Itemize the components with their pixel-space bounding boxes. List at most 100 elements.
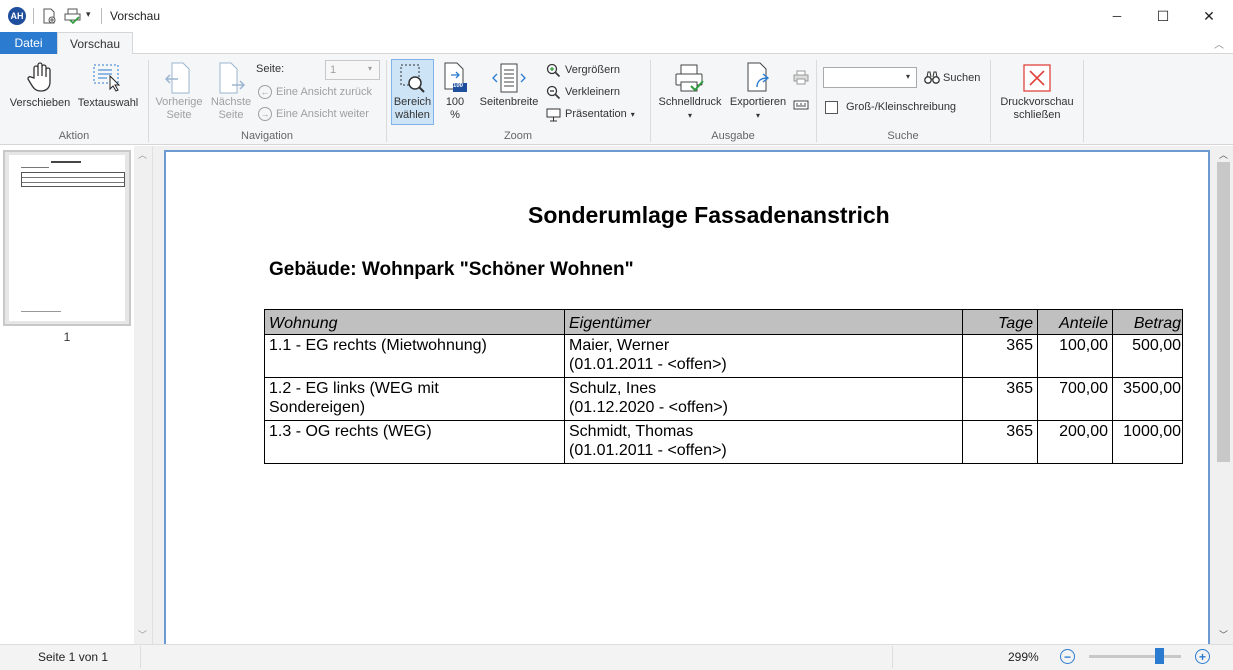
thumbnail-scroll-up-icon[interactable]: ︿: [138, 148, 147, 161]
gross-klein-checkbox[interactable]: [825, 100, 838, 114]
zoom-100-icon-text: 100: [453, 83, 464, 89]
zoom-in-icon: [546, 63, 561, 77]
thumbnail-page-surface: [9, 155, 125, 321]
document-table: Wohnung Eigentümer Tage Anteile Betrag 1…: [264, 309, 1183, 464]
thumbnail-scroll-down-icon[interactable]: ﹀: [138, 628, 147, 641]
print-check-icon[interactable]: [63, 7, 83, 25]
new-document-icon[interactable]: [40, 7, 58, 25]
zoom-out-status-icon[interactable]: −: [1060, 649, 1075, 664]
seite-label: Seite:: [256, 63, 285, 75]
owner-name: Schmidt, Thomas: [569, 423, 694, 440]
owner-period: (01.01.2011 - <offen>): [569, 442, 727, 459]
thumbnail-scrollbar[interactable]: ︿ ﹀: [134, 146, 152, 644]
column-header: Tage: [962, 309, 1038, 335]
forward-circle-icon: →: [258, 107, 272, 121]
zoom-area-icon: [392, 60, 433, 96]
scroll-thumb[interactable]: [1217, 162, 1230, 462]
textauswahl-button[interactable]: Textauswahl: [74, 60, 142, 115]
print-icon[interactable]: [792, 68, 810, 86]
zoom-slider-thumb[interactable]: [1155, 648, 1164, 664]
exportieren-button[interactable]: Exportieren ▾: [727, 60, 789, 122]
group-separator: [990, 60, 991, 142]
verkleinern-label: Verkleinern: [565, 86, 621, 98]
zoom-out-icon: [546, 85, 561, 99]
back-circle-icon: ←: [258, 85, 272, 99]
zoom-100-icon: 100: [438, 60, 472, 96]
export-icon: [727, 60, 789, 96]
tab-vorschau[interactable]: Vorschau: [57, 32, 133, 55]
scroll-up-icon[interactable]: ︿: [1219, 148, 1228, 161]
group-label-aktion: Aktion: [58, 130, 90, 142]
suchen-button[interactable]: Suchen: [924, 69, 980, 87]
verkleinern-button[interactable]: Verkleinern: [546, 84, 620, 100]
ansicht-zurueck-button[interactable]: ← Eine Ansicht zurück: [258, 85, 372, 99]
collapse-ribbon-icon[interactable]: ︿: [1214, 36, 1224, 51]
binoculars-icon: [924, 71, 940, 84]
owner-name: Schulz, Ines: [569, 380, 657, 397]
column-header: Betrag: [1112, 309, 1183, 335]
zoom-percent: 299%: [1008, 650, 1039, 664]
seite-input[interactable]: 1 ▾: [325, 60, 380, 80]
minimize-button[interactable]: ─: [1094, 0, 1140, 32]
qa-separator: [33, 8, 34, 24]
group-label-ausgabe: Ausgabe: [711, 130, 755, 142]
table-header-row: Wohnung Eigentümer Tage Anteile Betrag: [264, 309, 1183, 335]
seitenbreite-button[interactable]: Seitenbreite: [476, 60, 542, 115]
cell-wohnung: 1.1 - EG rechts (Mietwohnung): [264, 334, 565, 378]
ansicht-weiter-label: Eine Ansicht weiter: [276, 108, 369, 120]
textauswahl-label: Textauswahl: [77, 97, 139, 109]
search-combo[interactable]: ▾: [823, 67, 917, 88]
ansicht-zurueck-label: Eine Ansicht zurück: [276, 86, 372, 98]
seite-dropdown-icon[interactable]: ▾: [368, 64, 372, 73]
maximize-button[interactable]: ☐: [1140, 0, 1186, 32]
table-row: 1.2 - EG links (WEG mit Sondereigen) Sch…: [264, 377, 1183, 421]
quick-access-dropdown-icon[interactable]: ▾: [86, 9, 91, 20]
verschieben-label: Verschieben: [9, 97, 71, 109]
cell-wohnung: 1.2 - EG links (WEG mit Sondereigen): [264, 377, 565, 421]
group-label-suche: Suche: [887, 130, 919, 142]
cell-eigentuemer: Schulz, Ines (01.12.2020 - <offen>): [564, 377, 963, 421]
column-header: Wohnung: [264, 309, 565, 335]
thumbnail-table: [21, 172, 125, 187]
zoom-100-label-2: %: [450, 109, 460, 121]
naechste-label-1: Nächste: [210, 96, 252, 108]
bereich-waehlen-button[interactable]: Bereich wählen: [391, 59, 434, 125]
schnelldruck-button[interactable]: Schnelldruck ▾: [655, 60, 725, 122]
cell-betrag: 1000,00: [1112, 420, 1183, 464]
search-dropdown-icon[interactable]: ▾: [906, 72, 910, 81]
praesentation-button[interactable]: Präsentation ▾: [546, 106, 635, 122]
group-label-navigation: Navigation: [241, 130, 293, 142]
page-thumbnail[interactable]: [3, 150, 131, 326]
close-window-button[interactable]: ✕: [1186, 0, 1232, 32]
status-separator: [140, 646, 141, 668]
gross-klein-checkbox-row[interactable]: Groß-/Kleinschreibung: [825, 99, 956, 115]
window-title: Vorschau: [110, 9, 161, 23]
vergroessern-button[interactable]: Vergrößern: [546, 62, 620, 78]
scroll-down-icon[interactable]: ﹀: [1219, 628, 1228, 641]
close-icon: ✕: [1203, 7, 1215, 24]
vorherige-seite-button[interactable]: Vorherige Seite: [152, 60, 206, 125]
cell-tage: 365: [962, 334, 1038, 378]
status-bar: [0, 644, 1233, 670]
cell-eigentuemer: Schmidt, Thomas (01.01.2011 - <offen>): [564, 420, 963, 464]
praesentation-label: Präsentation: [565, 108, 627, 120]
ansicht-weiter-button[interactable]: → Eine Ansicht weiter: [258, 107, 369, 121]
cell-anteile: 100,00: [1037, 334, 1113, 378]
zoom-100-button[interactable]: 100 100 %: [438, 60, 472, 125]
page-setup-icon[interactable]: [792, 97, 810, 113]
zoom-in-status-icon[interactable]: +: [1195, 649, 1210, 664]
document-title: Sonderumlage Fassadenanstrich: [528, 202, 890, 228]
verschieben-button[interactable]: Verschieben: [6, 60, 74, 115]
tab-datei[interactable]: Datei: [0, 32, 57, 54]
zoom-slider-track[interactable]: [1089, 648, 1181, 664]
bereich-label-1: Bereich: [393, 96, 432, 108]
viewer-scrollbar[interactable]: ︿ ﹀: [1214, 146, 1233, 644]
seitenbreite-label: Seitenbreite: [479, 96, 539, 108]
user-avatar[interactable]: AH: [8, 7, 26, 25]
druckvorschau-schliessen-button[interactable]: Druckvorschau schließen: [994, 60, 1080, 125]
cell-betrag: 3500,00: [1112, 377, 1183, 421]
wohnung-text: 1.2 - EG links (WEG mit Sondereigen): [269, 380, 439, 416]
naechste-seite-button[interactable]: Nächste Seite: [206, 60, 256, 125]
group-label-zoom: Zoom: [503, 130, 533, 142]
thumbnail-page-number: 1: [63, 330, 71, 344]
